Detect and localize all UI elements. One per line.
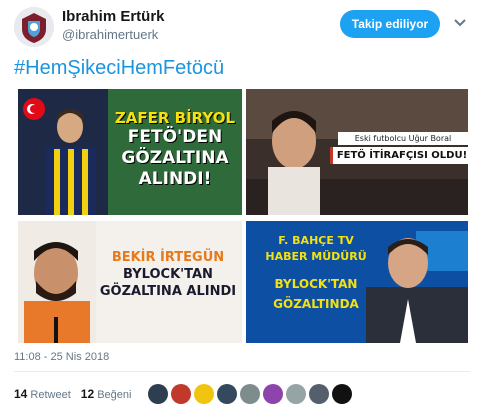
author-handle[interactable]: @ibrahimertuerk (62, 27, 158, 42)
photo-2-subtitle: Eski futbolcu Uğur Boral (338, 132, 468, 145)
photo-4-line-3: BYLOCK'TAN (274, 277, 358, 291)
photo-1-line-3: GÖZALTINA (121, 148, 229, 168)
photo-2-headline: FETÖ İTİRAFÇISI OLDU! (330, 147, 468, 164)
tweet-photo-4[interactable]: F. BAHÇE TV HABER MÜDÜRÜ BYLOCK'TAN GÖZA… (246, 221, 468, 343)
tweet-photo-2[interactable]: Eski futbolcu Uğur Boral FETÖ İTİRAFÇISI… (246, 89, 468, 215)
like-count-link[interactable]: 12 Beğeni (81, 387, 132, 401)
like-count: 12 (80, 387, 95, 401)
stats-divider (14, 371, 470, 372)
tweet-photo-3[interactable]: BEKİR İRTEGÜN BYLOCK'TAN GÖZALTINA ALIND… (18, 221, 242, 343)
photo-4-line-4: GÖZALTINDA (273, 297, 359, 311)
like-label: Beğeni (97, 389, 132, 401)
liker-avatar[interactable] (309, 384, 329, 404)
retweet-count: 14 (14, 387, 28, 401)
liker-avatar[interactable] (263, 384, 283, 404)
chevron-down-icon[interactable] (452, 14, 468, 30)
photo-4-headline: F. BAHÇE TV HABER MÜDÜRÜ BYLOCK'TAN GÖZA… (256, 233, 376, 313)
liker-avatar[interactable] (217, 384, 237, 404)
photo-3-line-3: GÖZALTINA ALINDI (99, 284, 237, 299)
photo-4-line-2: HABER MÜDÜRÜ (265, 250, 367, 263)
author-avatar[interactable] (14, 7, 54, 47)
liker-avatars (148, 384, 352, 404)
liker-avatar[interactable] (148, 384, 168, 404)
author-display-name[interactable]: Ibrahim Ertürk (62, 8, 165, 25)
photo-1-line-1: ZAFER BİRYOL (114, 109, 236, 127)
liker-avatar[interactable] (171, 384, 191, 404)
photo-3-headline: BEKİR İRTEGÜN BYLOCK'TAN GÖZALTINA ALIND… (94, 249, 242, 300)
liker-avatar[interactable] (194, 384, 214, 404)
retweet-count-link[interactable]: 14 Retweet (14, 387, 71, 401)
retweet-label: Retweet (30, 389, 71, 401)
photo-1-headline: ZAFER BİRYOL FETÖ'DEN GÖZALTINA ALINDI! (108, 109, 242, 190)
photo-3-line-2: BYLOCK'TAN (123, 267, 213, 282)
liker-avatar[interactable] (240, 384, 260, 404)
photo-1-line-2: FETÖ'DEN (127, 127, 223, 147)
following-button[interactable]: Takip ediliyor (340, 10, 440, 38)
tweet-photo-1[interactable]: ZAFER BİRYOL FETÖ'DEN GÖZALTINA ALINDI! (18, 89, 242, 215)
photo-3-line-1: BEKİR İRTEGÜN (111, 250, 225, 265)
tweet-hashtag[interactable]: #HemŞikeciHemFetöcü (14, 57, 224, 80)
photo-1-line-4: ALINDI! (138, 169, 212, 189)
photo-4-line-1: F. BAHÇE TV (278, 234, 354, 247)
liker-avatar[interactable] (286, 384, 306, 404)
tweet-stats: 14 Retweet 12 Beğeni (14, 387, 131, 401)
tweet-timestamp[interactable]: 11:08 - 25 Nis 2018 (14, 351, 109, 363)
liker-avatar[interactable] (332, 384, 352, 404)
